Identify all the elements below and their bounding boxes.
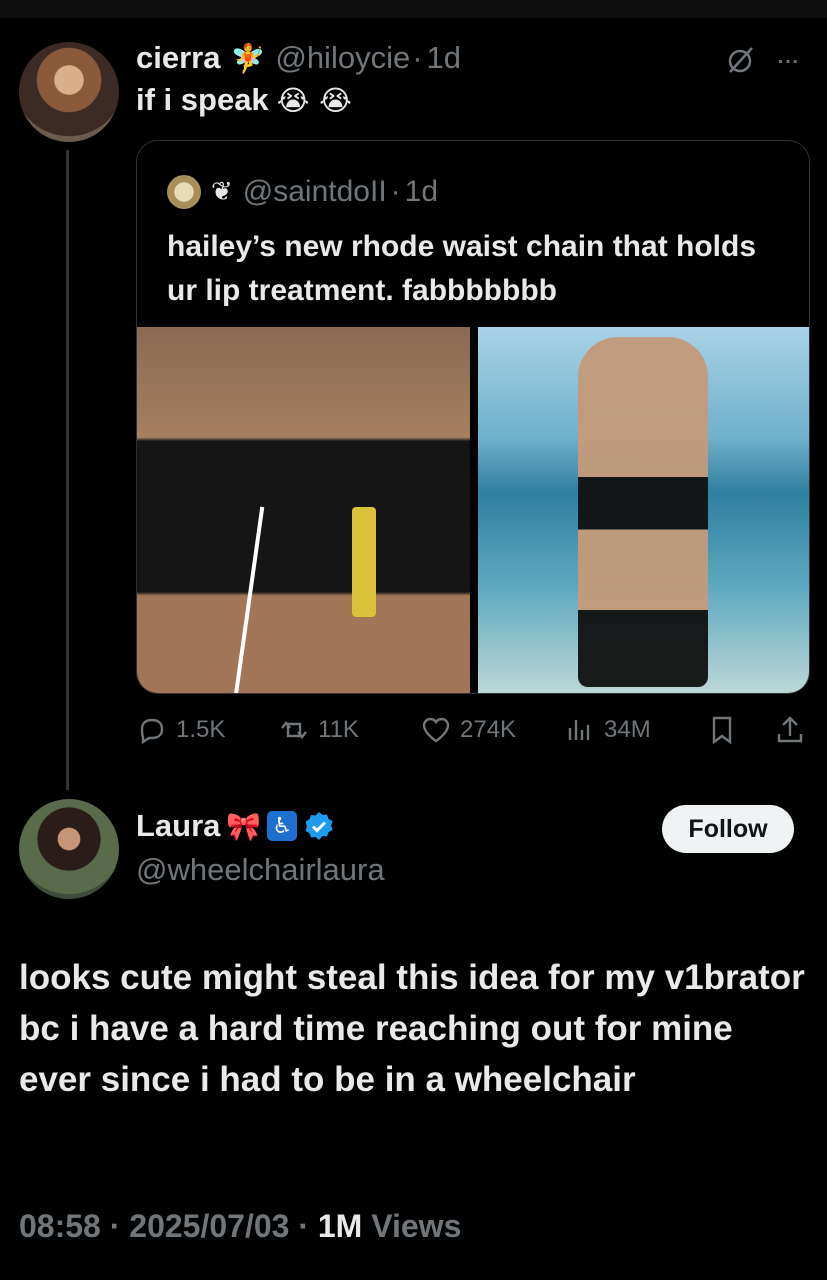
author-handle[interactable]: @hiloycie — [275, 40, 410, 76]
quoted-tweet-card[interactable]: ❦ @saintdoII · 1d hailey’s new rhode wai… — [136, 140, 810, 694]
views-count: 34M — [604, 716, 651, 743]
quote-image-right[interactable] — [478, 327, 809, 693]
reply-handle[interactable]: @wheelchairlaura — [136, 852, 385, 888]
reply-icon — [140, 718, 164, 745]
reply-header: Laura 🎀 ♿ — [136, 808, 335, 844]
quote-image-left[interactable] — [137, 327, 470, 693]
verified-badge-icon — [305, 812, 333, 840]
share-icon — [777, 716, 803, 743]
thread-line — [66, 150, 69, 790]
reply-button[interactable]: 1.5K — [136, 712, 225, 748]
ribbon-emoji: 🎀 — [226, 809, 262, 843]
action-bar: 1.5K 11K 274K 34M — [136, 712, 810, 748]
quote-header: ❦ @saintdoII · 1d — [167, 175, 438, 209]
like-count: 274K — [460, 716, 517, 743]
avatar[interactable] — [19, 42, 119, 142]
wheelchair-icon: ♿ — [267, 811, 298, 841]
drawstring-shape — [233, 506, 279, 693]
follow-button[interactable]: Follow — [662, 805, 794, 853]
separator-dot: · — [390, 175, 401, 208]
tweet-header: cierra 🧚 @hiloycie · 1d — [136, 38, 461, 78]
post-date[interactable]: 2025/07/03 — [129, 1208, 289, 1244]
quote-handle: @saintdoII — [242, 175, 387, 208]
repost-icon — [281, 721, 307, 739]
reply-avatar[interactable] — [19, 799, 119, 899]
tweet-meta: 08:58 · 2025/07/03 · 1M Views — [19, 1208, 461, 1245]
tweet-text: if i speak 😭 😭 — [136, 82, 352, 118]
more-options-icon[interactable]: ··· — [776, 44, 800, 76]
bookmark-button[interactable] — [706, 712, 738, 748]
reply-text: looks cute might steal this idea for my … — [19, 958, 805, 1099]
quote-avatar — [167, 175, 201, 209]
bookmark-icon — [712, 716, 732, 745]
author-name[interactable]: cierra — [136, 40, 220, 76]
separator-dot: · — [109, 1208, 121, 1244]
analytics-icon — [568, 720, 590, 740]
views-total: 1M — [317, 1208, 363, 1244]
heart-ornament-emoji: ❦ — [211, 177, 233, 207]
reply-author-name[interactable]: Laura — [136, 808, 220, 844]
quote-age: 1d — [404, 175, 439, 208]
grok-icon[interactable] — [724, 44, 756, 76]
heart-icon — [422, 717, 450, 743]
tweet-text-body: if i speak — [136, 82, 269, 117]
tweet-age[interactable]: 1d — [427, 40, 461, 76]
quote-text: hailey’s new rhode waist chain that hold… — [167, 230, 757, 307]
repost-count: 11K — [318, 716, 359, 743]
fairy-emoji: 🧚 — [230, 41, 266, 75]
model-figure-shape — [578, 337, 708, 687]
repost-button[interactable]: 11K — [278, 712, 359, 748]
separator-dot: · — [412, 40, 423, 75]
reply-count: 1.5K — [176, 716, 226, 743]
separator-dot: · — [298, 1208, 309, 1244]
views-label: Views — [371, 1208, 462, 1244]
views-button[interactable]: 34M — [564, 712, 651, 748]
status-bar — [0, 0, 827, 18]
crying-emoji: 😭 😭 — [276, 83, 352, 117]
share-button[interactable] — [774, 712, 806, 748]
like-button[interactable]: 274K — [420, 712, 516, 748]
lip-case-shape — [352, 507, 376, 617]
post-time[interactable]: 08:58 — [19, 1208, 101, 1244]
